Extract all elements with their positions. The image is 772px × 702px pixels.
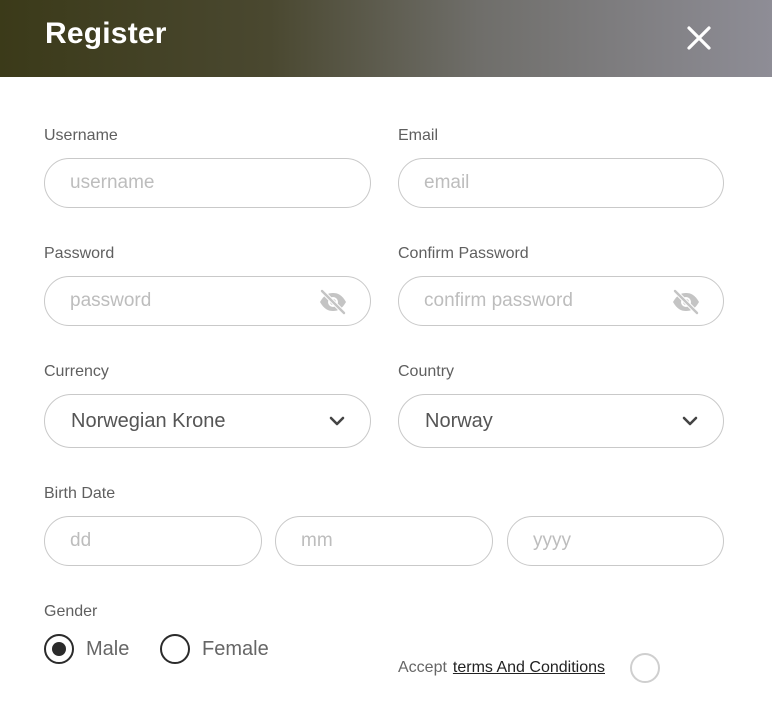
eye-slash-icon (319, 288, 347, 316)
close-icon (687, 26, 711, 50)
username-label: Username (44, 127, 118, 144)
email-input[interactable] (399, 159, 723, 207)
radio-button-female[interactable] (160, 634, 190, 664)
modal-header: Register (0, 0, 772, 77)
close-button[interactable] (684, 23, 714, 53)
username-input[interactable] (45, 159, 370, 207)
country-select[interactable]: Norway (398, 394, 724, 448)
birth-date-label: Birth Date (44, 485, 116, 502)
password-label: Password (44, 245, 115, 262)
email-label: Email (398, 127, 439, 144)
terms-text: Accept terms And Conditions (398, 659, 605, 677)
currency-select[interactable]: Norwegian Krone (44, 394, 371, 448)
eye-slash-icon (672, 288, 700, 316)
radio-button-male[interactable] (44, 634, 74, 664)
country-label: Country (398, 363, 455, 380)
radio-selected-dot (52, 642, 66, 656)
password-visibility-toggle[interactable] (318, 288, 348, 316)
birth-year-input[interactable] (508, 517, 723, 565)
country-selected-value: Norway (425, 410, 493, 432)
terms-link[interactable]: terms And Conditions (453, 659, 605, 676)
confirm-password-visibility-toggle[interactable] (671, 288, 701, 316)
birth-day-input[interactable] (45, 517, 261, 565)
birth-month-input[interactable] (276, 517, 492, 565)
birth-day-field-wrap (44, 516, 262, 566)
chevron-down-icon (329, 416, 345, 426)
gender-option-female-label: Female (202, 638, 269, 660)
password-field-wrap (44, 276, 371, 326)
gender-option-male-label: Male (86, 638, 130, 660)
birth-month-field-wrap (275, 516, 493, 566)
register-modal: Register Username Email Password Confi (0, 0, 772, 702)
email-field-wrap (398, 158, 724, 208)
birth-year-field-wrap (507, 516, 724, 566)
terms-checkbox[interactable] (630, 653, 660, 683)
username-field-wrap (44, 158, 371, 208)
confirm-password-field-wrap (398, 276, 724, 326)
currency-selected-value: Norwegian Krone (71, 410, 226, 432)
currency-label: Currency (44, 363, 109, 380)
confirm-password-label: Confirm Password (398, 245, 529, 262)
page-title: Register (45, 17, 167, 50)
terms-prefix: Accept (398, 659, 447, 676)
chevron-down-icon (682, 416, 698, 426)
gender-label: Gender (44, 603, 98, 620)
